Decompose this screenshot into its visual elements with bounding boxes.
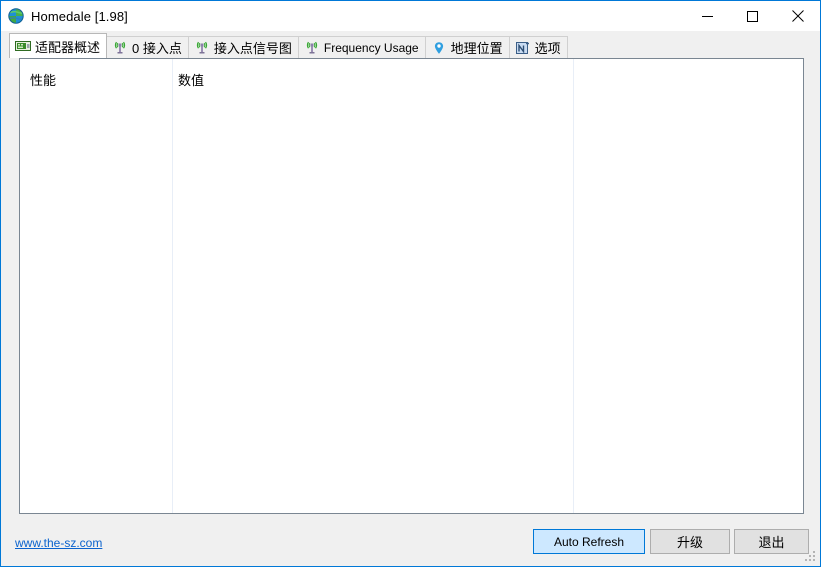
globe-icon <box>8 8 24 24</box>
title-bar[interactable]: Homedale [1.98] <box>1 1 820 31</box>
map-pin-icon <box>434 41 443 54</box>
column-header-value[interactable]: 数值 <box>178 70 204 89</box>
tab-label: Frequency Usage <box>323 40 419 55</box>
antenna-icon <box>114 41 126 53</box>
tab-frequency-usage[interactable]: Frequency Usage <box>297 36 426 58</box>
tab-content-panel: 性能 数值 <box>1 58 820 522</box>
tab-label: 选项 <box>534 41 561 56</box>
tab-geolocation[interactable]: 地理位置 <box>424 36 510 58</box>
column-divider[interactable] <box>573 59 574 513</box>
tab-label: 接入点信号图 <box>213 41 292 56</box>
caption-button-group <box>685 1 820 31</box>
window-title: Homedale [1.98] <box>31 8 128 24</box>
network-card-icon <box>15 41 31 51</box>
column-divider[interactable] <box>172 59 173 513</box>
options-icon <box>515 41 529 54</box>
resize-grip[interactable] <box>805 551 817 563</box>
tab-label: 0 接入点 <box>132 41 182 56</box>
tab-access-points[interactable]: 0 接入点 <box>106 36 189 58</box>
adapter-overview-listview[interactable]: 性能 数值 <box>19 58 804 514</box>
minimize-button[interactable] <box>685 1 730 31</box>
tab-label: 适配器概述 <box>35 39 101 55</box>
tab-bar: 适配器概述 0 接入点 接入点信号图 Frequency Usage 地理位置 … <box>1 31 820 58</box>
upgrade-button[interactable]: 升级 <box>650 529 730 554</box>
tab-access-point-signal-graph[interactable]: 接入点信号图 <box>187 36 299 58</box>
antenna-icon <box>306 41 318 53</box>
website-link[interactable]: www.the-sz.com <box>15 536 102 550</box>
tab-label: 地理位置 <box>450 41 503 56</box>
tab-options[interactable]: 选项 <box>508 36 568 58</box>
auto-refresh-button[interactable]: Auto Refresh <box>533 529 645 554</box>
exit-button[interactable]: 退出 <box>734 529 809 554</box>
maximize-button[interactable] <box>730 1 775 31</box>
antenna-icon <box>196 41 208 53</box>
listview-header: 性能 数值 <box>20 59 803 97</box>
close-button[interactable] <box>775 1 820 31</box>
footer-bar: www.the-sz.com Auto Refresh 升级 退出 <box>1 522 820 566</box>
application-window: Homedale [1.98] 适配器概述 0 接入点 接入点信号图 Frequ… <box>0 0 821 567</box>
column-header-performance[interactable]: 性能 <box>30 70 56 89</box>
tab-adapter-overview[interactable]: 适配器概述 <box>9 33 108 58</box>
